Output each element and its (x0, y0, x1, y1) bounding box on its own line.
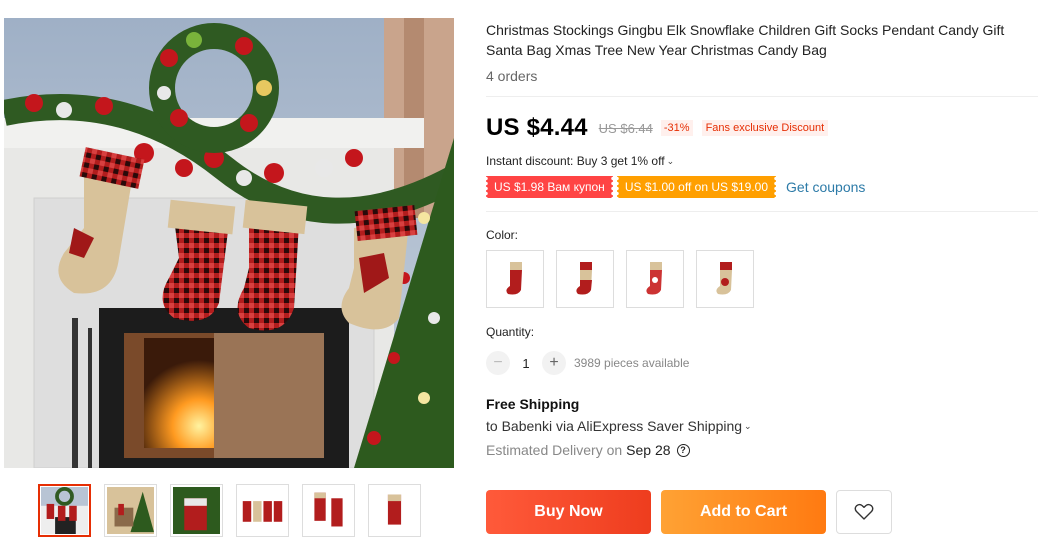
question-circle-icon[interactable]: ? (676, 443, 690, 457)
quantity-value[interactable]: 1 (510, 356, 542, 371)
thumbnail-1[interactable] (38, 484, 91, 537)
chevron-down-icon: ⌄ (744, 421, 752, 431)
main-product-image[interactable] (4, 18, 454, 468)
quantity-label: Quantity: (486, 325, 535, 339)
coupon-red[interactable]: US $1.98 Вам купон (486, 176, 613, 198)
color-swatches (486, 250, 1038, 308)
color-label: Color: (486, 228, 519, 242)
price-row: US $4.44 US $6.44 -31% Fans exclusive Di… (486, 113, 1038, 143)
delivery-date: Sep 28 (626, 442, 671, 458)
purchase-actions: Buy Now Add to Cart (486, 490, 892, 534)
color-option-1[interactable] (486, 250, 544, 308)
estimated-delivery-label: Estimated Delivery on (486, 442, 623, 458)
buy-now-button[interactable]: Buy Now (486, 490, 651, 534)
quantity-increase-button[interactable]: + (542, 351, 566, 375)
product-title: Christmas Stockings Gingbu Elk Snowflake… (486, 22, 1005, 58)
thumbnail-3[interactable] (170, 484, 223, 537)
chevron-down-icon: ⌄ (666, 156, 675, 166)
shipping-title: Free Shipping (486, 396, 580, 412)
discount-badge: -31% (660, 120, 693, 136)
product-info: Christmas Stockings Gingbu Elk Snowflake… (486, 18, 1038, 459)
wishlist-button[interactable] (836, 490, 892, 534)
thumbnail-2[interactable] (104, 484, 157, 537)
coupon-orange[interactable]: US $1.00 off on US $19.00 (616, 176, 777, 198)
estimated-delivery: Estimated Delivery on Sep 28 ? (486, 441, 1038, 459)
color-option-4[interactable] (696, 250, 754, 308)
thumbnail-4[interactable] (236, 484, 289, 537)
thumbnail-6[interactable] (368, 484, 421, 537)
quantity-stepper: − 1 + 3989 pieces available (486, 351, 1038, 375)
get-coupons-link[interactable]: Get coupons (786, 179, 865, 195)
shipping-destination-text: to Babenki via AliExpress Saver Shipping (486, 418, 743, 434)
heart-icon (854, 503, 874, 520)
quantity-decrease-button[interactable]: − (486, 351, 510, 375)
instant-discount-text: Instant discount: Buy 3 get 1% off (486, 154, 665, 168)
original-price: US $6.44 (598, 120, 653, 136)
thumbnail-5[interactable] (302, 484, 355, 537)
color-option-2[interactable] (556, 250, 614, 308)
divider (486, 96, 1038, 97)
divider (486, 211, 1038, 212)
color-option-3[interactable] (626, 250, 684, 308)
orders-count: 4 orders (486, 68, 538, 84)
fans-discount-badge: Fans exclusive Discount (701, 120, 829, 136)
coupon-row: US $1.98 Вам купон US $1.00 off on US $1… (486, 175, 1038, 199)
pieces-available: 3989 pieces available (574, 356, 690, 370)
shipping-destination[interactable]: to Babenki via AliExpress Saver Shipping… (486, 417, 1038, 435)
thumbnail-strip (38, 484, 421, 537)
current-price: US $4.44 (486, 114, 588, 141)
add-to-cart-button[interactable]: Add to Cart (661, 490, 826, 534)
instant-discount[interactable]: Instant discount: Buy 3 get 1% off ⌄ (486, 153, 1038, 169)
